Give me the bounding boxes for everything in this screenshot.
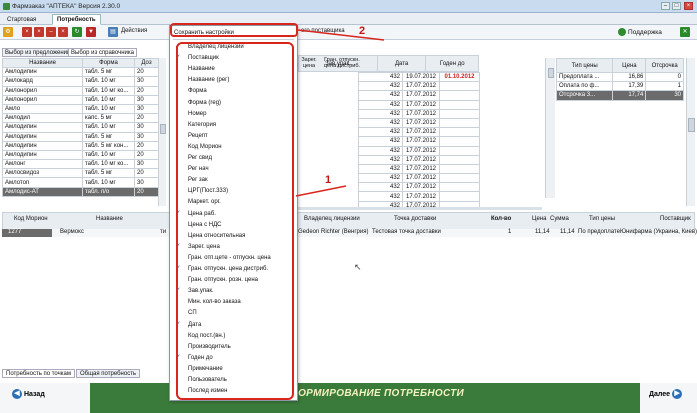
annotation-label-1: 1 <box>325 174 332 186</box>
arrow-line-1 <box>295 185 347 197</box>
annotation-arrows <box>295 29 385 197</box>
annotation-label-2: 2 <box>359 25 366 37</box>
arrow-line-2 <box>297 29 385 41</box>
